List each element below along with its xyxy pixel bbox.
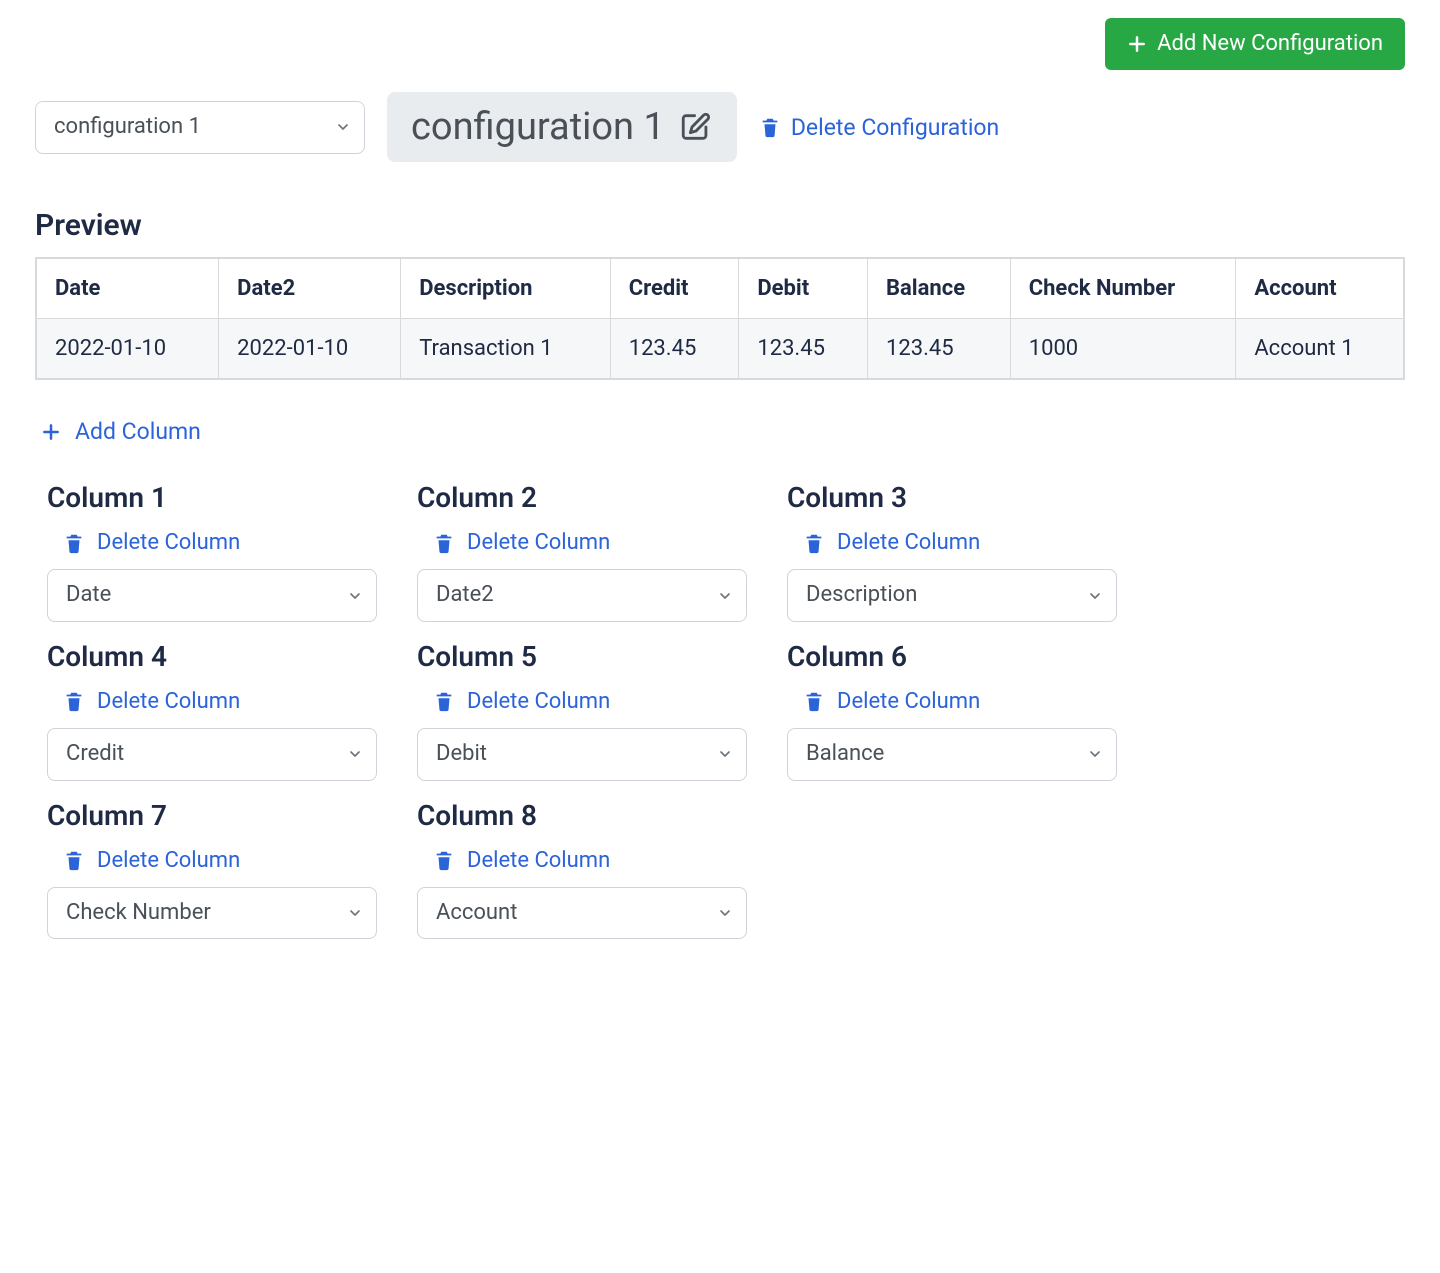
column-card: Column 6 Delete Column Balance: [787, 640, 1117, 781]
column-type-select[interactable]: Date: [47, 569, 377, 622]
plus-icon: [1127, 34, 1147, 54]
add-new-configuration-button[interactable]: Add New Configuration: [1105, 18, 1405, 70]
preview-cell: 123.45: [610, 319, 739, 380]
column-title: Column 2: [417, 481, 747, 514]
add-column-label: Add Column: [75, 418, 201, 445]
preview-header-cell: Credit: [610, 258, 739, 319]
preview-heading: Preview: [35, 208, 1405, 243]
plus-icon: [41, 422, 61, 442]
delete-column-button[interactable]: Delete Column: [63, 530, 240, 555]
preview-header-cell: Description: [401, 258, 610, 319]
add-column-button[interactable]: Add Column: [41, 418, 201, 445]
column-card: Column 3 Delete Column Description: [787, 481, 1117, 622]
delete-column-button[interactable]: Delete Column: [433, 530, 610, 555]
delete-column-button[interactable]: Delete Column: [803, 530, 980, 555]
delete-column-button[interactable]: Delete Column: [63, 689, 240, 714]
preview-header-cell: Account: [1236, 258, 1404, 319]
column-card: Column 1 Delete Column Date: [47, 481, 377, 622]
trash-icon: [433, 849, 455, 871]
preview-cell: 2022-01-10: [219, 319, 401, 380]
delete-column-button[interactable]: Delete Column: [433, 848, 610, 873]
preview-cell: Transaction 1: [401, 319, 610, 380]
trash-icon: [803, 532, 825, 554]
trash-icon: [63, 849, 85, 871]
configuration-title-pill[interactable]: configuration 1: [387, 92, 737, 162]
column-type-select[interactable]: Description: [787, 569, 1117, 622]
edit-icon: [679, 110, 713, 144]
preview-cell: 2022-01-10: [36, 319, 219, 380]
preview-header-cell: Check Number: [1010, 258, 1236, 319]
trash-icon: [433, 690, 455, 712]
preview-cell: 1000: [1010, 319, 1236, 380]
delete-column-label: Delete Column: [837, 530, 980, 555]
delete-column-label: Delete Column: [97, 848, 240, 873]
preview-header-cell: Date2: [219, 258, 401, 319]
delete-column-label: Delete Column: [467, 848, 610, 873]
delete-column-label: Delete Column: [467, 530, 610, 555]
trash-icon: [63, 690, 85, 712]
delete-column-label: Delete Column: [837, 689, 980, 714]
preview-table: DateDate2DescriptionCreditDebitBalanceCh…: [35, 257, 1405, 380]
column-type-select[interactable]: Credit: [47, 728, 377, 781]
column-card: Column 7 Delete Column Check Number: [47, 799, 377, 940]
preview-cell: Account 1: [1236, 319, 1404, 380]
preview-cell: 123.45: [867, 319, 1010, 380]
column-title: Column 7: [47, 799, 377, 832]
column-card: Column 5 Delete Column Debit: [417, 640, 747, 781]
column-type-select[interactable]: Date2: [417, 569, 747, 622]
column-type-select[interactable]: Balance: [787, 728, 1117, 781]
delete-column-button[interactable]: Delete Column: [63, 848, 240, 873]
delete-column-label: Delete Column: [97, 530, 240, 555]
trash-icon: [759, 116, 781, 138]
trash-icon: [433, 532, 455, 554]
delete-configuration-label: Delete Configuration: [791, 114, 999, 141]
column-type-select[interactable]: Check Number: [47, 887, 377, 940]
column-title: Column 1: [47, 481, 377, 514]
column-card: Column 4 Delete Column Credit: [47, 640, 377, 781]
delete-column-button[interactable]: Delete Column: [803, 689, 980, 714]
preview-header-cell: Debit: [739, 258, 868, 319]
delete-column-label: Delete Column: [467, 689, 610, 714]
configuration-select[interactable]: configuration 1: [35, 101, 365, 154]
preview-header-cell: Balance: [867, 258, 1010, 319]
preview-row: 2022-01-102022-01-10Transaction 1123.451…: [36, 319, 1404, 380]
preview-header-cell: Date: [36, 258, 219, 319]
column-title: Column 3: [787, 481, 1117, 514]
delete-column-button[interactable]: Delete Column: [433, 689, 610, 714]
column-title: Column 5: [417, 640, 747, 673]
delete-configuration-button[interactable]: Delete Configuration: [759, 114, 999, 141]
configuration-title-text: configuration 1: [411, 108, 665, 146]
delete-column-label: Delete Column: [97, 689, 240, 714]
column-card: Column 2 Delete Column Date2: [417, 481, 747, 622]
trash-icon: [803, 690, 825, 712]
column-title: Column 6: [787, 640, 1117, 673]
column-title: Column 8: [417, 799, 747, 832]
add-new-configuration-label: Add New Configuration: [1157, 31, 1383, 57]
preview-cell: 123.45: [739, 319, 868, 380]
column-title: Column 4: [47, 640, 377, 673]
column-card: Column 8 Delete Column Account: [417, 799, 747, 940]
column-type-select[interactable]: Debit: [417, 728, 747, 781]
trash-icon: [63, 532, 85, 554]
column-type-select[interactable]: Account: [417, 887, 747, 940]
